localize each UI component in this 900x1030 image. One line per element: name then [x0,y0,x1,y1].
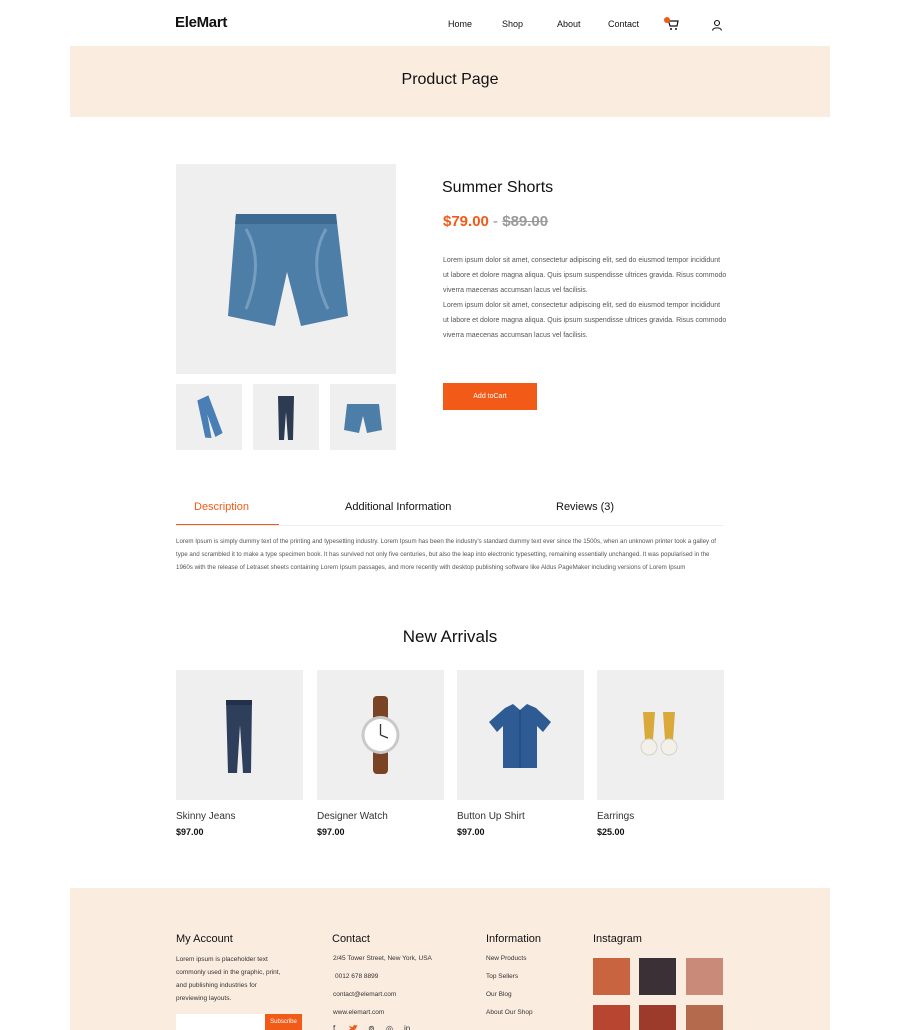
product-main-image[interactable] [176,164,396,374]
product-old-price: $89.00 [502,213,549,230]
watch-icon [361,696,400,774]
nav-contact[interactable]: Contact [608,19,639,29]
footer-instagram-title: Instagram [593,933,642,945]
info-link[interactable]: About Our Shop [486,1009,533,1027]
shirt-icon [489,704,551,768]
footer-account-line: previewing layouts. [176,995,232,1002]
footer-account-line: Lorem ipsum is placeholder text [176,956,268,963]
footer-information-title: Information [486,933,542,945]
product-card-image[interactable] [457,670,584,800]
user-icon[interactable] [711,19,723,31]
pinterest-icon[interactable]: ⊚ [368,1024,375,1030]
info-link[interactable]: Top Sellers [486,973,533,991]
description-line: viverra maecenas accumsan lacus vel faci… [443,332,588,339]
footer-contact-title: Contact [332,933,370,945]
facebook-icon[interactable]: f [333,1024,335,1030]
instagram-photo[interactable] [686,958,723,995]
footer-account-line: commonly used in the graphic, print, [176,969,281,976]
contact-address: 2/45 Tower Street, New York, USA [333,955,432,962]
product-card-name[interactable]: Designer Watch [317,811,388,822]
footer-account-text: Lorem ipsum is placeholder text commonly… [176,953,280,1005]
shorts-thumb-icon [344,404,382,433]
dark-jeans-thumb-icon [278,396,294,440]
new-arrivals-title: New Arrivals [402,627,498,646]
product-card-price: $97.00 [176,827,204,837]
footer-account-line: and publishing industries for [176,982,257,989]
thumbnail-dark-jeans[interactable] [253,384,319,450]
footer-contact-list: 2/45 Tower Street, New York, USA 0012 67… [333,955,432,1027]
product-card-name[interactable]: Earrings [597,811,634,822]
nav-shop[interactable]: Shop [502,19,523,29]
instagram-photo[interactable] [686,1005,723,1030]
contact-website[interactable]: www.elemart.com [333,1009,432,1027]
site-header: EleMart Home Shop About Contact [0,0,900,46]
jeans-icon [226,700,252,773]
description-line: viverra maecenas accumsan lacus vel faci… [443,287,588,294]
description-line: ut labore et dolore magna aliqua. Quis i… [443,317,727,324]
description-line: Lorem ipsum dolor sit amet, consectetur … [443,302,721,309]
product-price-row: $79.00 - $89.00 [443,213,548,230]
instagram-photo[interactable] [639,958,676,995]
product-title: Summer Shorts [442,179,554,196]
instagram-photo[interactable] [639,1005,676,1030]
tab-content: Lorem Ipsum is simply dummy text of the … [176,538,716,571]
subscribe-input[interactable] [176,1014,266,1030]
description-line: ut labore et dolore magna aliqua. Quis i… [443,272,727,279]
active-tab-indicator [176,524,279,525]
instagram-photo[interactable] [593,958,630,995]
footer-information-list: New Products Top Sellers Our Blog About … [486,955,533,1027]
thumbnail-jeans[interactable] [176,384,242,450]
earrings-icon [640,712,678,756]
contact-email[interactable]: contact@elemart.com [333,991,432,1009]
product-card-name[interactable]: Button Up Shirt [457,811,525,822]
brand-logo[interactable]: EleMart [175,14,227,31]
contact-phone: 0012 678 8899 [335,973,379,980]
linkedin-icon[interactable]: in [404,1024,410,1030]
twitter-icon[interactable] [349,1025,358,1030]
site-footer: My Account Lorem ipsum is placeholder te… [70,888,830,1030]
info-link[interactable]: Our Blog [486,991,533,1009]
nav-home[interactable]: Home [448,19,472,29]
thumbnail-shorts[interactable] [330,384,396,450]
instagram-small-icon[interactable]: ◎ [386,1024,393,1030]
tab-additional-information[interactable]: Additional Information [345,501,451,513]
subscribe-button[interactable]: Subscribe [265,1014,302,1030]
product-card-price: $97.00 [317,827,345,837]
description-line: Lorem ipsum dolor sit amet, consectetur … [443,257,721,264]
product-tabs: Description Additional Information Revie… [176,498,724,526]
product-card-image[interactable] [317,670,444,800]
page-title: Product Page [401,71,499,88]
product-card-name[interactable]: Skinny Jeans [176,811,235,822]
shorts-icon [228,214,348,326]
tab-description[interactable]: Description [194,501,249,513]
tab-reviews[interactable]: Reviews (3) [556,501,614,513]
instagram-photo[interactable] [593,1005,630,1030]
product-card-price: $97.00 [457,827,485,837]
product-card-price: $25.00 [597,827,625,837]
nav-about[interactable]: About [557,19,581,29]
footer-account-title: My Account [176,933,233,945]
product-description: Lorem ipsum dolor sit amet, consectetur … [443,253,728,343]
add-to-cart-button[interactable]: Add toCart [443,383,537,410]
info-link[interactable]: New Products [486,955,533,973]
jeans-thumb-icon [197,395,223,439]
cart-badge [664,17,670,23]
product-price: $79.00 [443,213,489,230]
price-separator: - [488,213,503,230]
product-card-image[interactable] [176,670,303,800]
product-card-image[interactable] [597,670,724,800]
page-banner: Product Page [70,46,830,117]
